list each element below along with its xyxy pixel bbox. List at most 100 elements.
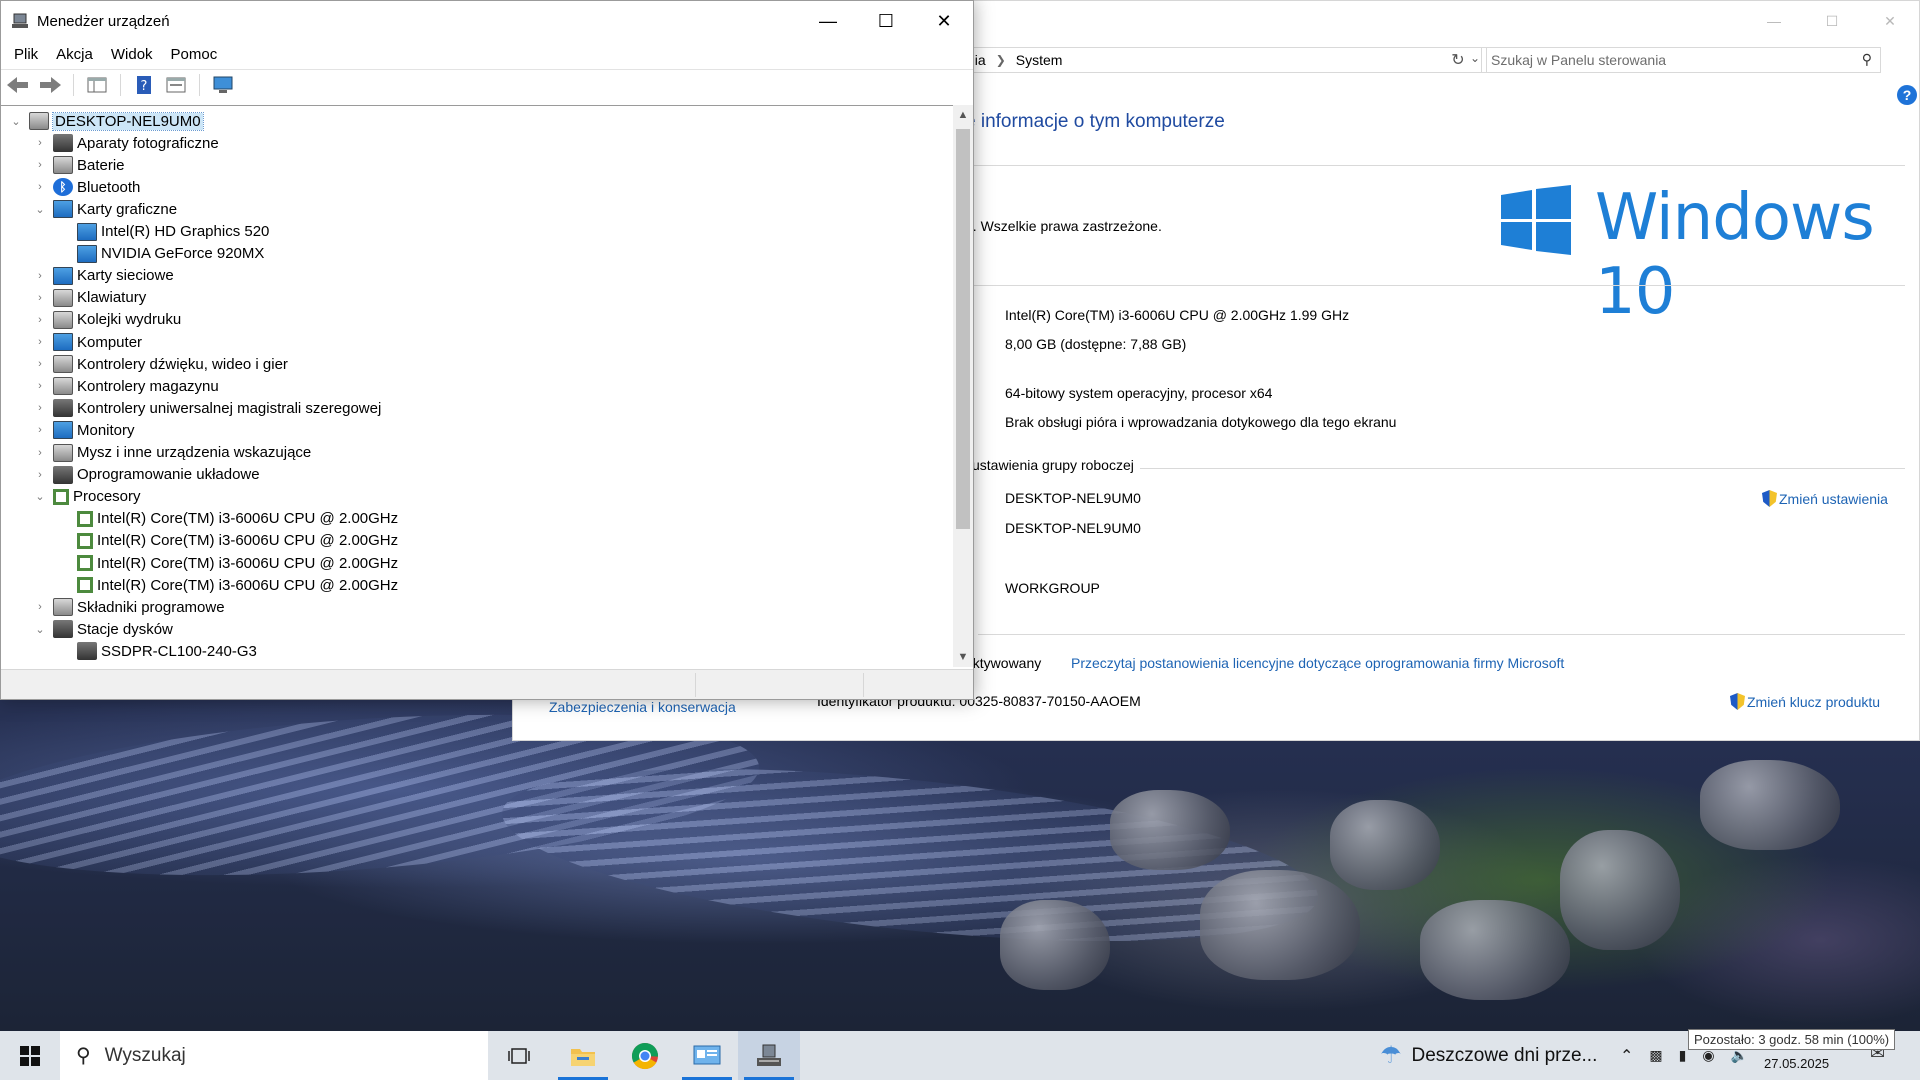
breadcrumb-item-system[interactable]: System [1016, 52, 1063, 68]
device-manager-taskbar-button[interactable] [738, 1031, 800, 1080]
change-settings-link[interactable]: Zmień ustawienia [1762, 490, 1888, 507]
chevron-right-icon[interactable]: › [33, 358, 47, 370]
scroll-down-icon[interactable]: ▼ [953, 647, 973, 667]
device-category[interactable]: ⌄ Procesory [33, 486, 140, 508]
minimize-button[interactable]: — [799, 1, 857, 41]
weather-widget[interactable]: ☂ Deszczowe dni prze... [1380, 1031, 1597, 1080]
toolbar: ? [1, 69, 973, 99]
tree-item-label: Kontrolery magazynu [77, 377, 219, 395]
help-icon[interactable]: ? [131, 73, 157, 97]
device-category[interactable]: › Kontrolery dźwięku, wideo i gier [33, 353, 288, 375]
display-adapter-icon [77, 222, 97, 241]
menu-action[interactable]: Akcja [47, 43, 102, 67]
chevron-right-icon[interactable]: › [33, 469, 47, 481]
chevron-right-icon[interactable]: › [33, 402, 47, 414]
license-terms-link[interactable]: Przeczytaj postanowienia licencyjne doty… [1071, 655, 1564, 671]
chevron-right-icon[interactable]: › [33, 314, 47, 326]
chrome-taskbar-button[interactable] [614, 1031, 676, 1080]
device-category[interactable]: › Oprogramowanie układowe [33, 464, 260, 486]
maximize-button[interactable]: ☐ [857, 1, 915, 41]
display-adapter-icon [53, 200, 73, 219]
chevron-right-icon[interactable]: › [33, 424, 47, 436]
scan-hardware-icon[interactable] [210, 73, 236, 97]
speaker-icon [53, 355, 73, 374]
change-product-key-link[interactable]: Zmień klucz produktu [1730, 693, 1880, 710]
start-button[interactable] [0, 1031, 60, 1080]
device-category[interactable]: ⌄ Karty graficzne [33, 198, 177, 220]
device-item[interactable]: Intel(R) Core(TM) i3-6006U CPU @ 2.00GHz [57, 574, 398, 596]
device-category[interactable]: ⌄ Stacje dysków [33, 618, 173, 640]
processor-value: Intel(R) Core(TM) i3-6006U CPU @ 2.00GHz… [1005, 307, 1350, 323]
device-category[interactable]: › Kontrolery magazynu [33, 375, 219, 397]
device-item[interactable]: Intel(R) Core(TM) i3-6006U CPU @ 2.00GHz [57, 552, 398, 574]
monitor-icon [53, 333, 73, 351]
maximize-button[interactable]: ☐ [1803, 1, 1861, 41]
scrollbar-thumb[interactable] [956, 129, 970, 529]
device-category[interactable]: › Składniki programowe [33, 596, 225, 618]
device-category[interactable]: › Kolejki wydruku [33, 309, 181, 331]
control-panel-taskbar-button[interactable] [676, 1031, 738, 1080]
forward-arrow-icon[interactable] [37, 73, 63, 97]
device-category[interactable]: › Komputer [33, 331, 142, 353]
device-item[interactable]: NVIDIA GeForce 920MX [57, 243, 264, 265]
close-button[interactable]: ✕ [915, 1, 973, 41]
chevron-right-icon[interactable]: › [33, 159, 47, 171]
chevron-down-icon[interactable]: ⌄ [33, 203, 47, 216]
chevron-right-icon[interactable]: › [33, 601, 47, 613]
tree-item-label: Kontrolery dźwięku, wideo i gier [77, 355, 288, 373]
chevron-up-icon[interactable]: ⌃ [1620, 1046, 1633, 1066]
security-maintenance-link[interactable]: Zabezpieczenia i konserwacja [549, 699, 736, 715]
tree-item-label: Karty sieciowe [77, 267, 174, 285]
chevron-right-icon[interactable]: › [33, 137, 47, 149]
chevron-right-icon[interactable]: › [33, 336, 47, 348]
device-category[interactable]: › Kontrolery uniwersalnej magistrali szer… [33, 397, 381, 419]
help-icon[interactable]: ? [1897, 85, 1917, 105]
back-arrow-icon[interactable] [5, 73, 31, 97]
chevron-right-icon[interactable]: › [33, 181, 47, 193]
chevron-down-icon[interactable]: ⌄ [9, 115, 23, 128]
show-hide-console-tree-icon[interactable] [84, 73, 110, 97]
device-item[interactable]: Intel(R) Core(TM) i3-6006U CPU @ 2.00GHz [57, 508, 398, 530]
chevron-down-icon[interactable]: ⌄ [33, 490, 47, 503]
device-item[interactable]: Intel(R) Core(TM) i3-6006U CPU @ 2.00GHz [57, 530, 398, 552]
scroll-up-icon[interactable]: ▲ [953, 105, 973, 125]
properties-icon[interactable] [163, 73, 189, 97]
computer-node[interactable]: ⌄ DESKTOP-NEL9UM0 [9, 110, 204, 132]
chevron-down-icon[interactable]: ⌄ [33, 623, 47, 636]
chevron-right-icon[interactable]: › [33, 447, 47, 459]
vertical-scrollbar[interactable]: ▲ ▼ [953, 105, 973, 667]
device-category[interactable]: › Aparaty fotograficzne [33, 132, 219, 154]
taskbar-search-input[interactable]: ⚲ Wyszukaj [60, 1031, 488, 1080]
change-settings-label: Zmień ustawienia [1779, 491, 1888, 507]
chevron-right-icon[interactable]: › [33, 292, 47, 304]
cpu-icon [77, 510, 93, 527]
cpu-icon [77, 577, 93, 594]
device-category[interactable]: › Baterie [33, 154, 125, 176]
search-input[interactable]: Szukaj w Panelu sterowania ⚲ [1481, 47, 1881, 73]
uac-shield-icon [1730, 693, 1745, 710]
close-button[interactable]: ✕ [1861, 1, 1919, 41]
device-item[interactable]: Intel(R) HD Graphics 520 [57, 221, 269, 243]
refresh-icon[interactable]: ↻ [1443, 47, 1473, 73]
device-category[interactable]: › Mysz i inne urządzenia wskazujące [33, 442, 311, 464]
device-category[interactable]: › Monitory [33, 419, 135, 441]
device-category[interactable]: › Klawiatury [33, 287, 146, 309]
menu-help[interactable]: Pomoc [162, 43, 227, 67]
minimize-button[interactable]: — [1745, 1, 1803, 41]
meet-now-icon[interactable]: ▩ [1649, 1047, 1662, 1064]
menu-file[interactable]: Plik [5, 43, 47, 67]
task-view-button[interactable] [488, 1031, 550, 1080]
chevron-right-icon[interactable]: › [33, 270, 47, 282]
menu-view[interactable]: Widok [102, 43, 162, 67]
device-item[interactable]: SSDPR-CL100-240-G3 [57, 640, 257, 662]
chevron-right-icon[interactable]: › [33, 380, 47, 392]
search-icon[interactable]: ⚲ [1862, 51, 1872, 68]
battery-icon[interactable]: ▮ [1679, 1047, 1687, 1064]
file-explorer-taskbar-button[interactable] [552, 1031, 614, 1080]
title-bar[interactable]: Menedżer urządzeń — ☐ ✕ [1, 1, 973, 41]
device-category[interactable]: › Karty sieciowe [33, 265, 174, 287]
folder-icon [571, 1048, 595, 1066]
toolbar-separator [73, 73, 74, 96]
taskbar-date[interactable]: 27.05.2025 [1764, 1056, 1829, 1071]
device-category[interactable]: › ᛒ Bluetooth [33, 176, 140, 198]
